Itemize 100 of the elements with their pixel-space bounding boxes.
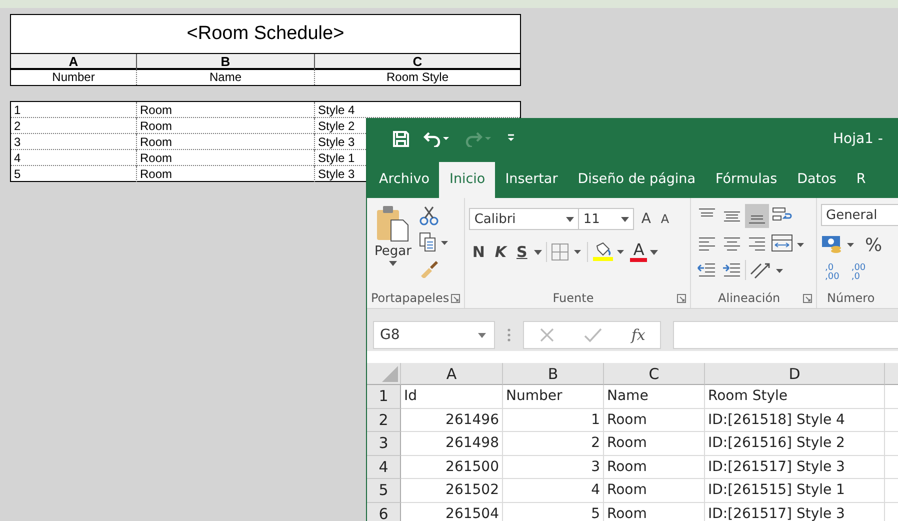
increase-font-size-button[interactable]: A [638, 211, 654, 227]
table-cell: Number [503, 385, 604, 408]
cell-text: 4 [14, 151, 21, 165]
cell-text: 1 [14, 103, 21, 117]
align-bottom-icon[interactable] [745, 204, 770, 228]
cut-icon[interactable] [419, 206, 439, 226]
cell-text: Style 3 [318, 167, 355, 181]
paste-button[interactable]: Pegar [371, 204, 415, 288]
cell-text: Style 3 [318, 135, 355, 149]
caret-icon [478, 332, 486, 338]
row-header[interactable]: 2 [367, 408, 401, 432]
table-cell: ID:[261515] Style 1 [705, 479, 885, 502]
table-cell: Room [604, 408, 705, 432]
caret-icon [389, 261, 397, 266]
table-cell: 5 [503, 502, 604, 521]
caret-icon [621, 216, 630, 222]
font-name-dropdown[interactable]: Calibri [469, 208, 580, 230]
cell-text: Style 4 [318, 103, 355, 117]
group-label: Alineación [718, 291, 780, 305]
cell-text: Style 2 [318, 119, 355, 133]
font-size-dropdown[interactable]: 11 [578, 208, 634, 230]
increase-decimal-button[interactable]: ,0 ,00 [821, 264, 844, 282]
cell-text: Style 1 [318, 151, 355, 165]
bold-button[interactable]: N [469, 243, 488, 261]
cell-text: 2 [14, 119, 21, 133]
cell-text: Room [140, 135, 172, 149]
table-cell: Id [401, 385, 503, 408]
dialog-launcher-icon[interactable] [451, 294, 460, 302]
column-header[interactable]: A [401, 363, 503, 385]
column-header[interactable]: B [503, 363, 604, 385]
italic-button[interactable]: K [492, 243, 510, 261]
fill-color-icon[interactable] [592, 242, 626, 262]
decrease-decimal-button[interactable]: ,00 ,0 [847, 264, 870, 282]
column-header: Name [137, 70, 315, 85]
copy-icon[interactable] [419, 232, 449, 252]
cell-text: Room [140, 151, 172, 165]
group-label: Portapapeles [371, 291, 450, 305]
checkmark-icon[interactable] [584, 327, 602, 343]
table-cell: Room [604, 432, 705, 456]
save-icon[interactable] [393, 131, 409, 147]
ribbon-tab[interactable]: Diseño de página [568, 162, 706, 198]
cell-text: Room [140, 103, 172, 117]
ribbon-tab[interactable]: Datos [787, 162, 846, 198]
decrease-font-size-button[interactable]: A [658, 212, 672, 226]
row-header[interactable]: 1 [367, 385, 401, 408]
borders-icon[interactable] [551, 243, 584, 261]
percent-button[interactable]: % [865, 234, 882, 256]
column-header: Room Style [385, 70, 450, 85]
format-painter-icon[interactable] [419, 258, 439, 278]
cell-text: Room [140, 119, 172, 133]
ribbon-tab[interactable]: R [846, 162, 876, 198]
table-cell: 261496 [401, 408, 503, 432]
insert-function-button[interactable]: fx [631, 326, 646, 344]
row-header[interactable]: 4 [367, 456, 401, 479]
caret-icon[interactable] [534, 250, 542, 254]
column-letter: C [412, 54, 424, 70]
caret-icon [566, 216, 574, 222]
table-cell: Room Style [705, 385, 885, 408]
column-header: Number [11, 70, 137, 85]
row-header[interactable]: 5 [367, 479, 401, 502]
number-format-dropdown[interactable]: General [821, 204, 898, 226]
ribbon-tab[interactable]: Fórmulas [706, 162, 788, 198]
font-color-button[interactable]: A [630, 242, 658, 262]
underline-button[interactable]: S [514, 243, 530, 261]
cell-text: 5 [14, 167, 21, 181]
caret-icon [650, 250, 658, 254]
column-header[interactable]: C [604, 363, 705, 385]
table-cell: 261502 [401, 479, 503, 502]
group-label: Fuente [552, 291, 594, 305]
cell-text: Room [140, 167, 172, 181]
ribbon-tab[interactable]: Inicio [439, 162, 496, 198]
name-box[interactable]: G8 [373, 321, 495, 349]
table-cell: 261500 [401, 456, 503, 479]
customize-menu-icon[interactable] [507, 134, 515, 144]
table-cell: 261498 [401, 432, 503, 456]
row-header[interactable]: 3 [367, 432, 401, 456]
clipboard-icon [376, 204, 410, 242]
window-title: Hoja1 - [833, 131, 883, 147]
dialog-launcher-icon[interactable] [803, 294, 812, 302]
drag-handle-icon[interactable] [507, 327, 511, 343]
ribbon-tab[interactable]: Insertar [495, 162, 568, 198]
cell-text: 3 [14, 135, 21, 149]
table-cell: ID:[261516] Style 2 [705, 432, 885, 456]
table-cell: 3 [503, 456, 604, 479]
schedule-title: <Room Schedule> [10, 14, 521, 54]
ribbon-tab[interactable]: Archivo [369, 162, 440, 198]
dialog-launcher-icon[interactable] [677, 294, 686, 302]
table-cell: Room [604, 502, 705, 521]
table-cell: Room [604, 479, 705, 502]
formula-input[interactable] [673, 321, 898, 349]
table-cell: Room [604, 456, 705, 479]
row-header[interactable]: 6 [367, 502, 401, 521]
undo-icon[interactable] [423, 131, 451, 147]
table-cell: 4 [503, 479, 604, 502]
table-cell: 261504 [401, 502, 503, 521]
table-cell: 2 [503, 432, 604, 456]
column-header[interactable]: D [705, 363, 885, 385]
table-cell: ID:[261517] Style 3 [705, 456, 885, 479]
table-cell: 1 [503, 408, 604, 432]
table-cell: ID:[261518] Style 4 [705, 408, 885, 432]
